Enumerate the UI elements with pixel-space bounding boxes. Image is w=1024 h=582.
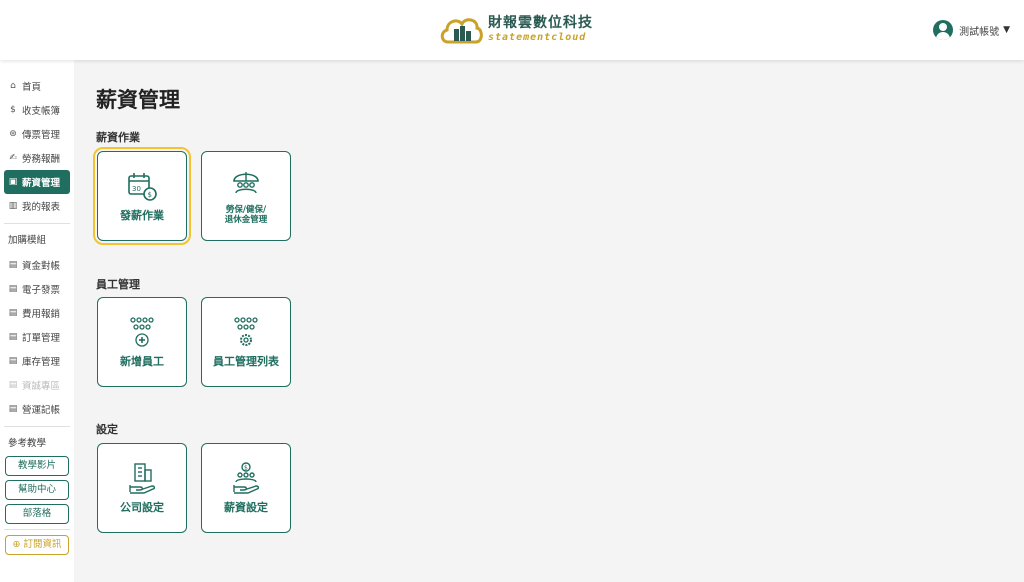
cloud-logo-icon (440, 18, 483, 44)
module-icon: ▤ (8, 308, 18, 318)
tile-insurance[interactable]: 勞保/健保/ 退休金管理 (201, 151, 291, 241)
tutorial-videos-button[interactable]: 教學影片 (5, 456, 69, 476)
home-icon: ⌂ (10, 81, 16, 91)
module-icon: ▤ (8, 356, 18, 366)
divider (4, 426, 70, 427)
sidebar-item-reconciliation[interactable]: ▤ 資金對帳 (4, 253, 70, 277)
handshake-icon: ✍ (9, 153, 17, 163)
module-icon: ▤ (8, 260, 18, 270)
sidebar-item-reports[interactable]: ▥ 我的報表 (4, 194, 70, 218)
tile-add-employee[interactable]: 新增員工 (97, 297, 187, 387)
brand-subtitle: statementcloud (488, 31, 587, 43)
tile-employee-list[interactable]: 員工管理列表 (201, 297, 291, 387)
add-employee-icon (130, 317, 154, 347)
tile-company-settings[interactable]: 公司設定 (97, 443, 187, 533)
sidebar-item-home[interactable]: ⌂ 首頁 (4, 74, 70, 98)
addon-section-title: 加購模組 (8, 235, 47, 246)
calendar-payday-icon: 30 $ (128, 172, 157, 201)
dollar-circle-icon: $ (10, 105, 16, 115)
module-icon: ▤ (8, 284, 18, 294)
sidebar-item-e-invoice[interactable]: ▤ 電子發票 (4, 277, 70, 301)
section-title-settings: 設定 (96, 423, 118, 436)
tile-label: 發薪作業 (120, 208, 164, 222)
module-icon: ▤ (8, 404, 18, 414)
sidebar-item-inventory[interactable]: ▤ 庫存管理 (4, 349, 70, 373)
module-icon: ▤ (8, 380, 18, 390)
sidebar-item-ledger[interactable]: $ 收支帳簿 (4, 98, 70, 122)
reference-section-title: 參考教學 (8, 438, 47, 449)
user-avatar-icon (933, 20, 954, 40)
umbrella-insurance-icon (233, 172, 259, 194)
top-header: 財報雲數位科技 statementcloud 測試帳號 ▼ (0, 0, 1024, 60)
tile-label: 員工管理列表 (213, 354, 279, 368)
user-name: 測試帳號 (959, 26, 1000, 38)
tile-label: 薪資設定 (224, 500, 268, 514)
voucher-icon: ⊛ (9, 129, 17, 139)
page-title: 薪資管理 (96, 88, 180, 112)
user-menu[interactable]: 測試帳號 ▼ (933, 20, 1010, 40)
main-content: 薪資管理 薪資作業 30 $ 發薪作業 勞保/健保/ 退休金管理 員工管理 新增… (93, 60, 291, 533)
company-building-icon (129, 462, 156, 494)
salary-icon: ▣ (8, 177, 18, 187)
sidebar-item-expense[interactable]: ▤ 費用報銷 (4, 301, 70, 325)
sidebar: ⌂ 首頁 $ 收支帳簿 ⊛ 傳票管理 ✍ 勞務報酬 ▣ 薪資管理 ▥ 我的報表 加購模組 ▤… (0, 60, 74, 582)
sidebar-item-voucher[interactable]: ⊛ 傳票管理 (4, 122, 70, 146)
help-center-button[interactable]: 幫助中心 (5, 480, 69, 500)
tile-salary-settings[interactable]: $ 薪資設定 (201, 443, 291, 533)
tile-label: 勞保/健保/ 退休金管理 (224, 205, 268, 225)
section-title-employees: 員工管理 (96, 278, 140, 291)
salary-settings-icon: $ (233, 461, 260, 494)
tile-label: 公司設定 (120, 500, 164, 514)
bar-chart-icon: ▥ (8, 201, 18, 211)
brand-logo[interactable]: 財報雲數位科技 statementcloud (438, 12, 593, 46)
svg-text:$: $ (244, 464, 248, 471)
module-icon: ▤ (8, 332, 18, 342)
sidebar-item-labor[interactable]: ✍ 勞務報酬 (4, 146, 70, 170)
section-title-payroll: 薪資作業 (96, 131, 140, 144)
employee-settings-icon (234, 317, 258, 346)
sidebar-item-bookkeeping[interactable]: ▤ 營運記帳 (4, 397, 70, 421)
globe-icon: ⊕ (12, 539, 24, 550)
tile-payday[interactable]: 30 $ 發薪作業 (93, 147, 191, 245)
sidebar-item-orders[interactable]: ▤ 訂單管理 (4, 325, 70, 349)
caret-down-icon: ▼ (1003, 25, 1010, 35)
sidebar-item-salary[interactable]: ▣ 薪資管理 (4, 170, 70, 194)
divider (4, 223, 70, 224)
blog-button[interactable]: 部落格 (5, 504, 69, 524)
subscription-info-button[interactable]: ⊕ 訂閱資訊 (5, 535, 69, 555)
svg-text:30: 30 (132, 185, 141, 193)
divider (4, 529, 70, 530)
brand-name: 財報雲數位科技 (488, 14, 593, 31)
tile-label: 新增員工 (120, 354, 164, 368)
svg-text:$: $ (148, 191, 152, 199)
sidebar-item-pwc-zone: ▤ 資誠專區 (8, 380, 61, 392)
